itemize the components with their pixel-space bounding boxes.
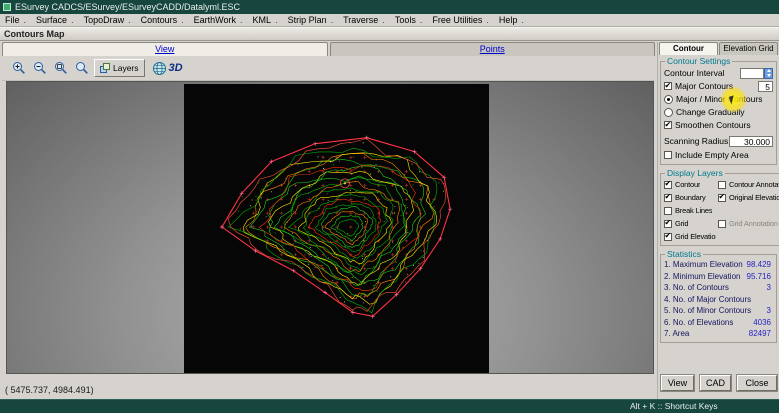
menu-bar: File Surface TopoDraw Contours EarthWork… — [0, 14, 779, 27]
major-contours-checkbox[interactable] — [664, 81, 672, 90]
tab-contour[interactable]: Contour — [659, 42, 718, 55]
zoom-out-icon — [34, 62, 46, 74]
include-empty-area-label: Include Empty Area — [675, 150, 749, 160]
contour-annotations-checkbox[interactable] — [718, 180, 726, 189]
smoothen-contours-checkbox[interactable] — [664, 120, 672, 129]
menu-item-strip-plan[interactable]: Strip Plan — [283, 14, 339, 26]
stat-max-elevation: 1. Maximum Elevation 98.429 — [664, 260, 771, 270]
contour-interval-input[interactable] — [740, 67, 764, 79]
menu-item-help[interactable]: Help — [494, 14, 529, 26]
contour-layer-label: Contour — [675, 180, 701, 189]
view-area: View Points Layers 3D (5475.737, 4984.4… — [0, 42, 657, 399]
status-bar: Alt + K :: Shortcut Keys — [0, 399, 779, 413]
break-lines-checkbox[interactable] — [664, 206, 672, 215]
view-toolbar: Layers 3D — [2, 56, 655, 81]
view-tabs: View Points — [2, 42, 655, 56]
stat-min-elevation: 2. Minimum Elevation 95.716 — [664, 271, 771, 281]
original-elevations-label: Original Elevations — [729, 193, 779, 202]
zoom-window-button[interactable] — [52, 59, 70, 77]
contours-map-titlebar: Contours Map — [0, 27, 779, 41]
view-button[interactable]: View — [660, 374, 695, 392]
stat-no-elevations: 6. No. of Elevations 4036 — [664, 317, 771, 327]
major-contours-label: Major Contours — [675, 81, 734, 91]
menu-item-free-utilities[interactable]: Free Utilities — [427, 14, 494, 26]
zoom-in-button[interactable] — [10, 59, 28, 77]
scanning-radius-input[interactable]: 30.000 — [729, 135, 773, 147]
threed-label: 3D — [168, 62, 183, 74]
change-gradually-radio[interactable] — [664, 107, 673, 117]
contour-settings-title: Contour Settings — [667, 56, 731, 66]
layers-button[interactable]: Layers — [94, 59, 145, 77]
menu-item-topodraw[interactable]: TopoDraw — [79, 14, 136, 26]
app-icon — [3, 3, 11, 11]
settings-panel: Contour Elevation Grid Contour Settings … — [657, 42, 779, 399]
contours-map-title: Contours Map — [4, 29, 65, 39]
zoom-out-button[interactable] — [31, 59, 49, 77]
shortcut-keys-hint: Alt + K :: Shortcut Keys — [630, 401, 718, 411]
contour-annotations-label: Contour Annotations — [729, 180, 779, 189]
settings-tabs: Contour Elevation Grid — [658, 42, 779, 55]
major-contours-input[interactable]: 5 — [758, 80, 773, 92]
grid-annotation-label: Grid Annotation — [729, 219, 778, 228]
window-title: ESurvey CADCS/ESurvey/ESurveyCADD/Dataly… — [15, 2, 241, 12]
contour-interval-spinner[interactable] — [764, 67, 773, 79]
menu-item-file[interactable]: File — [0, 14, 31, 26]
statistics-group: Statistics 1. Maximum Elevation 98.429 2.… — [660, 249, 777, 343]
zoom-extents-button[interactable] — [73, 59, 91, 77]
menu-item-traverse[interactable]: Traverse — [338, 14, 390, 26]
contour-map-drawing — [219, 135, 453, 319]
map-canvas[interactable] — [6, 81, 654, 374]
main-area: View Points Layers 3D (5475.737, 4984.4… — [0, 42, 779, 399]
drawing-extent — [184, 84, 489, 373]
boundary-label: Boundary — [675, 193, 706, 202]
break-lines-label: Break Lines — [675, 206, 713, 215]
menu-item-contours[interactable]: Contours — [136, 14, 189, 26]
menu-item-earthwork[interactable]: EarthWork — [189, 14, 248, 26]
contour-interval-label: Contour Interval — [664, 68, 725, 78]
boundary-checkbox[interactable] — [664, 192, 672, 202]
view-3d-button[interactable]: 3D — [152, 61, 183, 76]
grid-elevations-label: Grid Elevations — [675, 232, 716, 241]
grid-annotation-checkbox[interactable] — [718, 219, 726, 228]
grid-label: Grid — [675, 219, 689, 228]
display-layers-group: Display Layers Contour Contour Annotatio… — [660, 168, 779, 246]
menu-item-surface[interactable]: Surface — [31, 14, 79, 26]
stat-area: 7. Area 82497 — [664, 329, 771, 339]
stat-no-major-contours: 4. No. of Major Contours — [664, 294, 752, 304]
close-button[interactable]: Close — [736, 374, 778, 392]
zoom-extents-icon — [76, 62, 88, 74]
cad-button[interactable]: CAD — [699, 374, 732, 392]
grid-checkbox[interactable] — [664, 218, 672, 228]
menu-item-kml[interactable]: KML — [248, 14, 283, 26]
tab-view[interactable]: View — [2, 42, 328, 56]
include-empty-area-checkbox[interactable] — [664, 151, 672, 159]
grid-elevations-checkbox[interactable] — [664, 231, 672, 241]
zoom-window-icon — [55, 62, 67, 74]
contour-settings-group: Contour Settings Contour Interval Major … — [660, 56, 777, 165]
layers-icon — [100, 63, 110, 73]
scanning-radius-label: Scanning Radius — [664, 136, 729, 146]
menu-item-tools[interactable]: Tools — [390, 14, 428, 26]
major-minor-radio[interactable] — [664, 94, 673, 104]
major-minor-label: Major / Minor Contours — [676, 94, 763, 104]
stat-no-contours: 3. No. of Contours 3 — [664, 283, 771, 293]
zoom-in-icon — [13, 62, 25, 74]
change-gradually-label: Change Gradually — [676, 107, 745, 117]
smoothen-contours-label: Smoothen Contours — [675, 120, 751, 130]
display-layers-title: Display Layers — [667, 168, 723, 178]
original-elevations-checkbox[interactable] — [718, 192, 726, 202]
statistics-title: Statistics — [667, 249, 702, 259]
cursor-coordinates: ( 5475.737, 4984.491) — [5, 385, 94, 395]
tab-points[interactable]: Points — [329, 42, 655, 56]
contour-layer-checkbox[interactable] — [664, 179, 672, 189]
layers-label: Layers — [113, 63, 139, 73]
window-titlebar: ESurvey CADCS/ESurvey/ESurveyCADD/Dataly… — [0, 0, 779, 14]
tab-elevation-grid[interactable]: Elevation Grid — [719, 42, 778, 55]
globe-icon — [152, 61, 166, 75]
stat-no-minor-contours: 5. No. of Minor Contours 3 — [664, 306, 771, 316]
